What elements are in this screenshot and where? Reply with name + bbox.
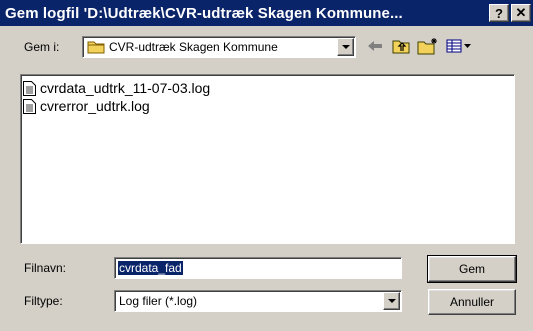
filetype-label: Filtype: xyxy=(24,294,63,308)
window-title: Gem logfil 'D:\Udtræk\CVR-udtræk Skagen … xyxy=(5,4,403,22)
text-file-icon xyxy=(23,80,36,96)
save-in-dropdown[interactable]: CVR-udtræk Skagen Kommune xyxy=(82,36,356,58)
file-name: cvrerror_udtrk.log xyxy=(40,98,150,114)
folder-icon xyxy=(83,40,105,54)
view-menu-button[interactable] xyxy=(444,36,474,56)
text-file-icon xyxy=(23,98,36,114)
back-arrow-icon xyxy=(368,41,382,51)
filename-label: Filnavn: xyxy=(24,261,67,275)
title-bar[interactable]: Gem logfil 'D:\Udtræk\CVR-udtræk Skagen … xyxy=(0,0,533,26)
save-in-dropdown-button[interactable] xyxy=(337,38,354,56)
filename-input[interactable]: cvrdata_fad xyxy=(114,257,402,279)
help-button[interactable]: ? xyxy=(489,4,509,22)
save-button[interactable]: Gem xyxy=(427,255,517,283)
save-in-value: CVR-udtræk Skagen Kommune xyxy=(109,40,278,54)
file-list[interactable]: cvrdata_udtrk_11-07-03.log cvrerror_udtr… xyxy=(20,74,515,244)
up-folder-button[interactable] xyxy=(390,36,412,56)
filename-value: cvrdata_fad xyxy=(118,261,183,275)
new-folder-button[interactable] xyxy=(416,36,440,56)
close-button[interactable]: ✕ xyxy=(511,4,531,22)
list-item[interactable]: cvrerror_udtrk.log xyxy=(23,97,512,115)
back-button[interactable] xyxy=(364,36,386,56)
filetype-value: Log filer (*.log) xyxy=(119,294,198,308)
cancel-button[interactable]: Annuller xyxy=(428,289,516,315)
list-item[interactable]: cvrdata_udtrk_11-07-03.log xyxy=(23,79,512,97)
chevron-down-icon xyxy=(341,45,350,49)
new-folder-icon xyxy=(417,38,437,55)
view-menu-icon xyxy=(446,39,471,53)
file-name: cvrdata_udtrk_11-07-03.log xyxy=(40,80,211,96)
filetype-dropdown[interactable]: Log filer (*.log) xyxy=(114,290,402,312)
up-folder-icon xyxy=(392,40,410,54)
filetype-dropdown-button[interactable] xyxy=(383,292,400,310)
chevron-down-icon xyxy=(387,299,396,303)
save-in-label: Gem i: xyxy=(24,40,60,54)
